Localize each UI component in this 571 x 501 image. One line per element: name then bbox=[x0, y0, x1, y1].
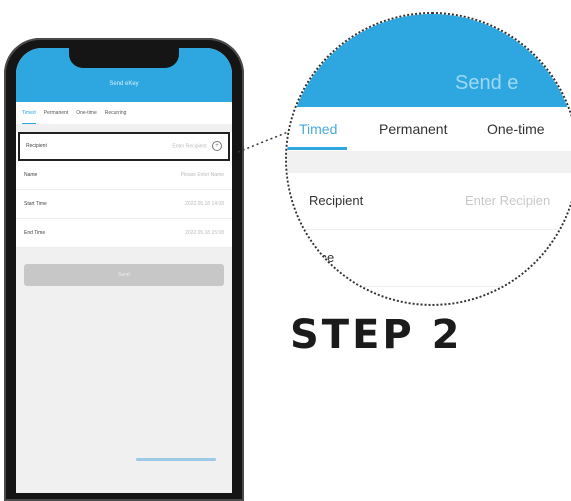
magnified-tab-timed[interactable]: Timed bbox=[299, 121, 337, 137]
end-time-label: End Time bbox=[24, 230, 46, 236]
form-rows: Recipient Enter Recipient + Name Please … bbox=[16, 132, 232, 248]
phone-notch bbox=[69, 48, 179, 68]
tab-permanent[interactable]: Permanent bbox=[44, 110, 68, 116]
magnified-recipient-row[interactable]: Recipient Enter Recipien bbox=[287, 173, 571, 230]
tab-one-time[interactable]: One-time bbox=[76, 110, 97, 116]
recipient-label: Recipient bbox=[26, 143, 47, 149]
magnified-tab-bar: Timed Permanent One-time bbox=[287, 107, 571, 151]
name-label: Name bbox=[24, 172, 38, 178]
phone-screen: Send eKey Timed Permanent One-time Recur… bbox=[16, 48, 232, 493]
magnified-name-label: ame bbox=[309, 250, 335, 265]
magnifier-circle: Send e Timed Permanent One-time Recipien… bbox=[285, 12, 571, 306]
tab-bar: Timed Permanent One-time Recurring bbox=[16, 102, 232, 124]
tab-timed[interactable]: Timed bbox=[22, 110, 36, 124]
magnified-tab-permanent[interactable]: Permanent bbox=[379, 121, 447, 137]
recipient-input[interactable]: Enter Recipient bbox=[172, 143, 206, 149]
magnified-header-title: Send e bbox=[455, 72, 519, 94]
end-time-row[interactable]: End Time 2022.05.18 15:08 bbox=[16, 219, 232, 248]
magnified-recipient-input[interactable]: Enter Recipien bbox=[465, 193, 550, 208]
active-tab-underline bbox=[287, 147, 347, 150]
tab-recurring[interactable]: Recurring bbox=[105, 110, 127, 116]
step-label: STEP 2 bbox=[290, 312, 463, 358]
name-input[interactable]: Please Enter Name bbox=[181, 172, 224, 178]
home-indicator bbox=[136, 458, 216, 461]
phone-frame: Send eKey Timed Permanent One-time Recur… bbox=[4, 38, 244, 501]
magnified-recipient-label: Recipient bbox=[309, 193, 364, 208]
start-time-row[interactable]: Start Time 2022.05.18 14:08 bbox=[16, 190, 232, 219]
magnified-header: Send e bbox=[287, 14, 571, 107]
start-time-value[interactable]: 2022.05.18 14:08 bbox=[185, 201, 224, 207]
start-time-label: Start Time bbox=[24, 201, 47, 207]
section-gap bbox=[287, 151, 571, 173]
send-button[interactable]: Send bbox=[24, 264, 224, 286]
recipient-row[interactable]: Recipient Enter Recipient + bbox=[18, 132, 230, 161]
magnified-name-row[interactable]: ame bbox=[287, 230, 571, 287]
plus-circle-icon[interactable]: + bbox=[212, 141, 222, 151]
end-time-value[interactable]: 2022.05.18 15:08 bbox=[185, 230, 224, 236]
magnified-tab-one-time[interactable]: One-time bbox=[487, 121, 545, 137]
app-header-title: Send eKey bbox=[109, 81, 139, 87]
name-row[interactable]: Name Please Enter Name bbox=[16, 161, 232, 190]
